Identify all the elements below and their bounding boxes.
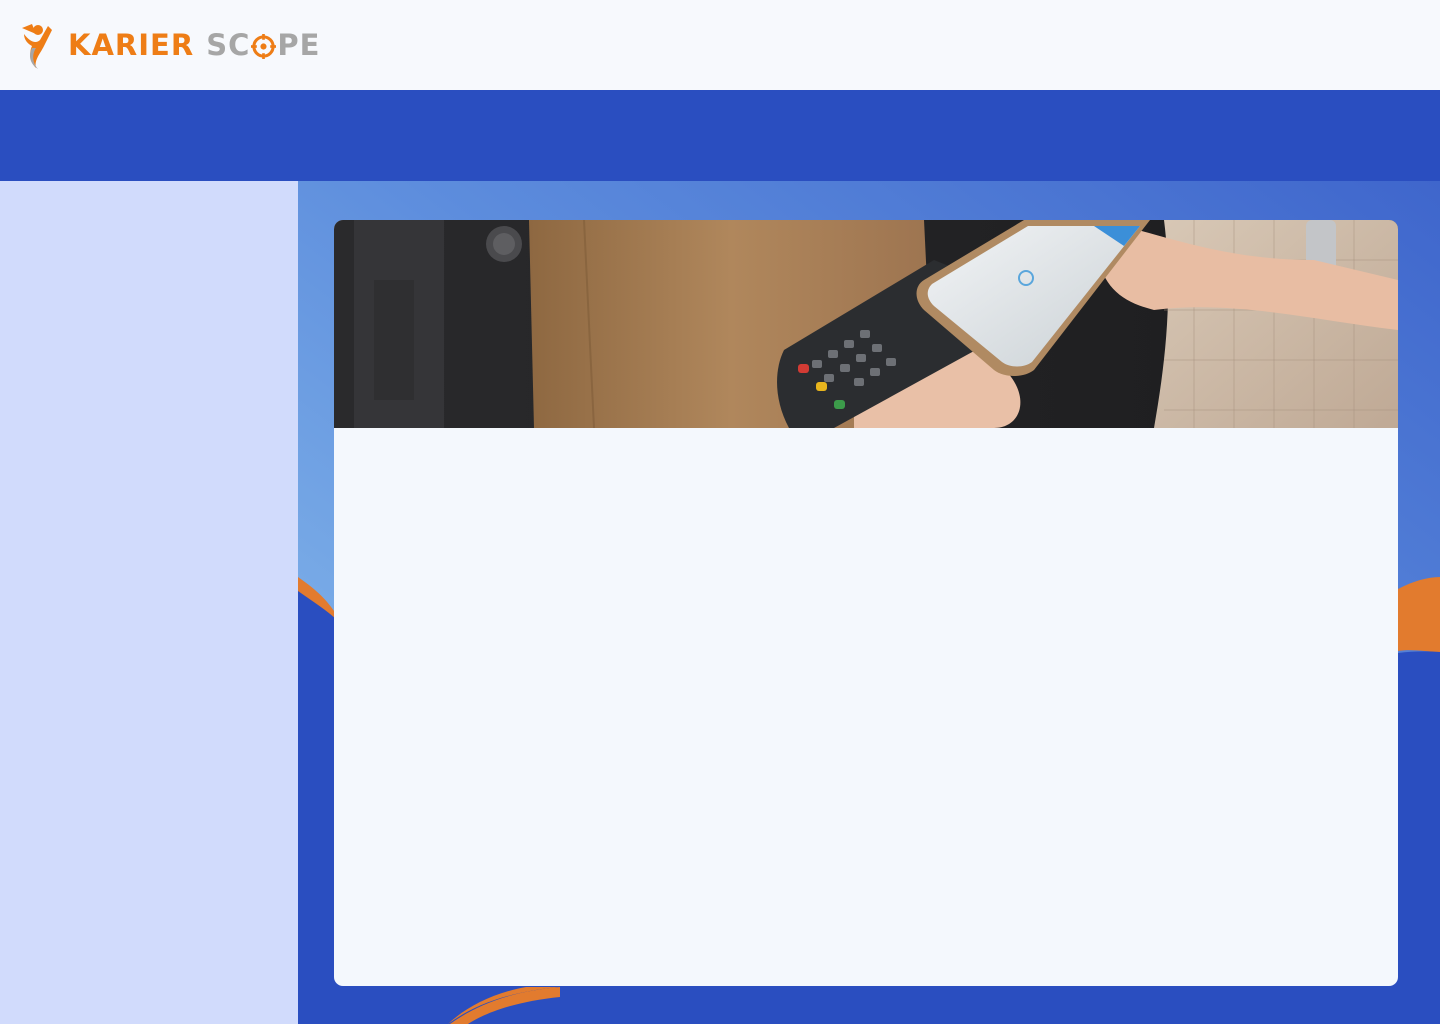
brand-logo[interactable]: KARIER SC PE [18,20,320,70]
brand-name: KARIER SC PE [68,28,320,62]
top-banner [0,90,1440,181]
content-card [334,220,1398,986]
main-content [298,181,1440,1024]
app-header: KARIER SC PE [0,0,1440,90]
sidebar [0,181,298,1024]
brand-secondary: SC PE [206,28,320,62]
target-icon [251,33,277,59]
brand-secondary-pre: SC [206,28,251,62]
contactless-payment-photo [334,220,1398,428]
brand-secondary-post: PE [277,28,321,62]
brand-primary: KARIER [68,28,195,62]
person-arrow-icon [22,24,52,69]
